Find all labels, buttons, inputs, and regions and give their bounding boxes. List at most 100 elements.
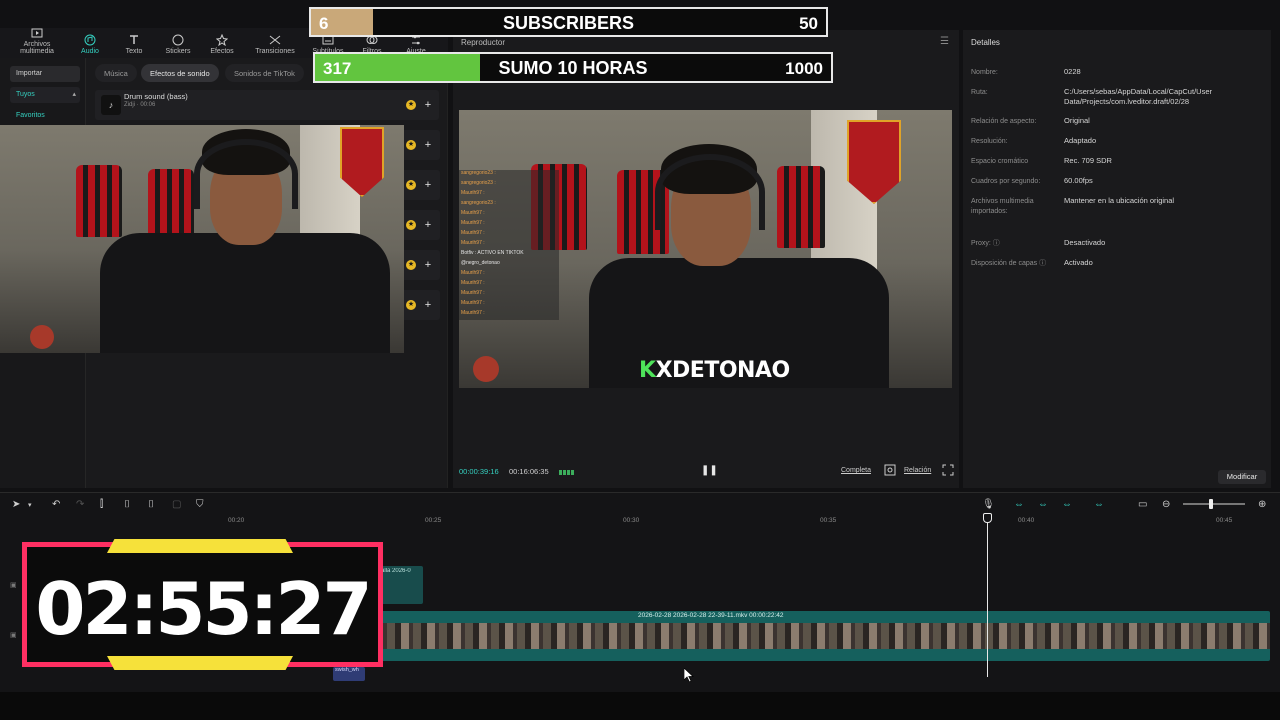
clip-label: 2026-02-28 2026-02-28 22-39-11.mkv 00:00… <box>638 612 784 619</box>
chevron-down-icon[interactable]: ▾ <box>28 501 32 509</box>
add-icon[interactable]: + <box>423 260 433 271</box>
kick-logo: K <box>639 358 656 383</box>
playhead-handle[interactable] <box>983 513 992 523</box>
tool-effects[interactable]: Efectos <box>200 34 244 58</box>
sound-item-controls: ★ + <box>400 170 440 200</box>
detail-label: Nombre: <box>971 69 998 76</box>
pause-button[interactable]: ❚❚ <box>701 465 718 476</box>
sound-item[interactable]: ♪ Drum sound (bass) Zidji · 00:06 ★ + <box>95 90 439 120</box>
snap-icon[interactable]: ⇔ <box>1062 499 1072 510</box>
microphone-icon[interactable]: 🎙 <box>982 499 995 510</box>
select-cursor-icon[interactable]: ➤ <box>12 499 20 510</box>
tool-text[interactable]: Texto <box>112 34 156 58</box>
tab-sound-effects[interactable]: Efectos de sonido <box>141 64 219 82</box>
details-panel: Detalles Nombre: 0228 Ruta: C:/Users/seb… <box>963 30 1271 488</box>
chat-message: Maurih97 : <box>459 240 559 250</box>
tool-label: Texto <box>125 48 143 55</box>
split-icon[interactable]: ⫿ <box>100 499 103 510</box>
add-icon[interactable]: + <box>423 220 433 231</box>
detail-value: 60.00fps <box>1064 176 1093 185</box>
tool-audio[interactable]: Audio <box>68 34 112 58</box>
fit-icon[interactable]: ▭ <box>1138 499 1147 510</box>
channel-name: XDETONAO <box>655 358 791 383</box>
detail-label: Espacio cromático <box>971 158 1029 165</box>
sound-item-controls: ★ + <box>400 250 440 280</box>
detail-label: Cuadros por segundo: <box>971 178 1041 185</box>
favorite-star-icon[interactable]: ★ <box>406 300 416 310</box>
add-icon[interactable]: + <box>423 180 433 191</box>
track-icon[interactable]: ▣ <box>10 631 17 639</box>
playhead[interactable] <box>987 515 988 677</box>
ruler-tick: 00:20 <box>228 517 245 524</box>
tab-music[interactable]: Música <box>95 64 137 82</box>
tool-label: Stickers <box>165 48 191 55</box>
tool-stickers[interactable]: Stickers <box>156 34 200 58</box>
audio-clip[interactable]: swish_wh <box>333 667 365 681</box>
headphones <box>655 154 765 230</box>
snapshot-icon[interactable] <box>884 464 896 476</box>
undo-icon[interactable]: ↶ <box>52 499 60 510</box>
tiktok-icon: ♪ <box>101 95 121 115</box>
shield-icon[interactable]: ⛉ <box>196 499 204 510</box>
magnet-icon[interactable]: ⇔ <box>1038 499 1048 510</box>
link-icon[interactable]: ⇔ <box>1014 499 1024 510</box>
track-icon[interactable]: ▣ <box>10 581 17 589</box>
total-time: 00:16:06:35 <box>509 467 549 476</box>
import-button[interactable]: Importar <box>10 66 80 82</box>
capcut-editor: Archivos multimedia Audio Texto Stickers… <box>0 0 1280 720</box>
delete-icon[interactable]: ▢ <box>172 499 181 510</box>
favorite-star-icon[interactable]: ★ <box>406 100 416 110</box>
add-icon[interactable]: + <box>423 140 433 151</box>
add-icon[interactable]: + <box>423 300 433 311</box>
favorite-star-icon[interactable]: ★ <box>406 180 416 190</box>
webcam-overlay-left <box>0 125 404 353</box>
chat-message: sangregorio23 : <box>459 170 559 180</box>
detail-value: Desactivado <box>1064 238 1106 247</box>
ruler-tick: 00:35 <box>820 517 837 524</box>
favorite-star-icon[interactable]: ★ <box>406 220 416 230</box>
sidebar-item-favorites[interactable]: Favoritos <box>10 108 80 124</box>
chat-message: Maurih97 : <box>459 290 559 300</box>
ratio-button[interactable]: Relación <box>904 467 931 474</box>
hours-label: SUMO 10 HORAS <box>498 58 648 78</box>
timer-bar-top <box>107 539 293 553</box>
sound-item-controls: ★ + <box>400 130 440 160</box>
fullscreen-icon[interactable] <box>942 464 954 476</box>
headphones <box>194 139 298 209</box>
zoom-in-icon[interactable]: ⊕ <box>1258 499 1266 510</box>
subscribers-goal: 50 <box>799 14 818 33</box>
preview-axis-icon[interactable]: ⇔ <box>1094 499 1104 510</box>
detail-value: Activado <box>1064 258 1093 267</box>
hours-goal: 1000 <box>785 59 823 78</box>
add-icon[interactable]: + <box>423 100 433 111</box>
zoom-handle[interactable] <box>1209 499 1214 509</box>
complete-view-button[interactable]: Completa <box>841 467 871 474</box>
chat-message: Maurih97 : <box>459 270 559 280</box>
chat-message: Maurih97 : <box>459 310 559 320</box>
text-icon <box>130 35 138 44</box>
tab-tiktok-sounds[interactable]: Sonidos de TikTok <box>225 64 304 82</box>
chat-message: Maurih97 : <box>459 190 559 200</box>
chat-message: Maurih97 : <box>459 220 559 230</box>
menu-icon[interactable]: ☰ <box>940 36 949 47</box>
player-title: Reproductor <box>461 38 506 47</box>
video-clip-main[interactable]: 2026-02-28 2026-02-28 22-39-11.mkv 00:00… <box>335 611 1270 661</box>
timer-text: 02:55:27 <box>35 567 372 651</box>
zoom-out-icon[interactable]: ⊖ <box>1162 499 1170 510</box>
sound-name: Drum sound (bass) <box>124 92 188 101</box>
modify-button[interactable]: Modificar <box>1218 470 1266 484</box>
zoom-slider[interactable] <box>1183 499 1245 509</box>
sidebar-item-yours[interactable]: Tuyos ▴ <box>10 87 80 103</box>
tool-label: Audio <box>81 48 99 55</box>
detail-label: Ruta: <box>971 89 988 96</box>
split-left-icon[interactable]: ⌷ <box>124 499 130 510</box>
sound-meta: Zidji · 00:06 <box>124 102 156 108</box>
detail-label: Disposición de capas ⓘ <box>971 260 1047 267</box>
cup <box>473 356 499 382</box>
favorite-star-icon[interactable]: ★ <box>406 260 416 270</box>
split-right-icon[interactable]: ⌷ <box>148 499 154 510</box>
favorite-star-icon[interactable]: ★ <box>406 140 416 150</box>
tool-transitions[interactable]: Transiciones <box>244 34 306 58</box>
tool-media[interactable]: Archivos multimedia <box>6 27 68 58</box>
redo-icon[interactable]: ↷ <box>76 499 84 510</box>
